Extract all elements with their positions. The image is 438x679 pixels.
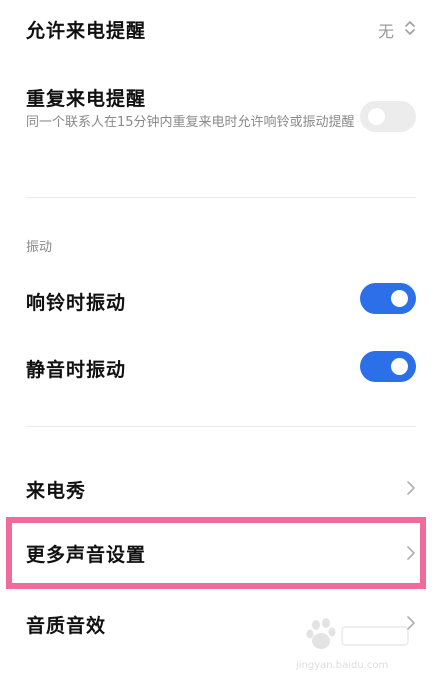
divider bbox=[26, 197, 416, 198]
chevron-right-icon bbox=[407, 481, 415, 495]
sound-quality-effects-title: 音质音效 bbox=[26, 615, 107, 637]
highlight-frame bbox=[6, 517, 426, 589]
caller-show-row[interactable]: 来电秀 bbox=[0, 458, 438, 516]
allow-call-reminder-value: 无 bbox=[377, 22, 394, 41]
vibrate-on-ring-row[interactable]: 响铃时振动 bbox=[0, 268, 438, 330]
toggle-knob bbox=[368, 108, 385, 125]
vibrate-on-silent-row[interactable]: 静音时振动 bbox=[0, 335, 438, 397]
vibrate-on-silent-title: 静音时振动 bbox=[26, 359, 127, 381]
divider bbox=[26, 426, 416, 427]
repeat-call-reminder-toggle[interactable] bbox=[360, 101, 416, 132]
caller-show-title: 来电秀 bbox=[26, 480, 87, 502]
toggle-knob bbox=[391, 290, 408, 307]
toggle-knob bbox=[391, 358, 408, 375]
vibrate-on-silent-toggle[interactable] bbox=[360, 351, 416, 382]
watermark-url: jingyan.baidu.com bbox=[296, 660, 389, 671]
allow-call-reminder-row[interactable]: 允许来电提醒 无 bbox=[0, 0, 438, 60]
allow-call-reminder-title: 允许来电提醒 bbox=[26, 20, 147, 42]
vibrate-on-ring-title: 响铃时振动 bbox=[26, 292, 127, 314]
repeat-call-reminder-title: 重复来电提醒 bbox=[26, 88, 147, 110]
repeat-call-reminder-description: 同一个联系人在15分钟内重复来电时允许响铃或振动提醒 bbox=[26, 115, 355, 130]
repeat-call-reminder-row[interactable]: 重复来电提醒 同一个联系人在15分钟内重复来电时允许响铃或振动提醒 bbox=[0, 70, 438, 170]
baidu-jingyan-watermark: jingyan.baidu.com bbox=[296, 615, 416, 671]
up-down-chevron-icon bbox=[405, 21, 415, 35]
vibration-section-label: 振动 bbox=[26, 240, 53, 255]
baidu-paw-icon bbox=[306, 618, 409, 649]
vibrate-on-ring-toggle[interactable] bbox=[360, 283, 416, 314]
